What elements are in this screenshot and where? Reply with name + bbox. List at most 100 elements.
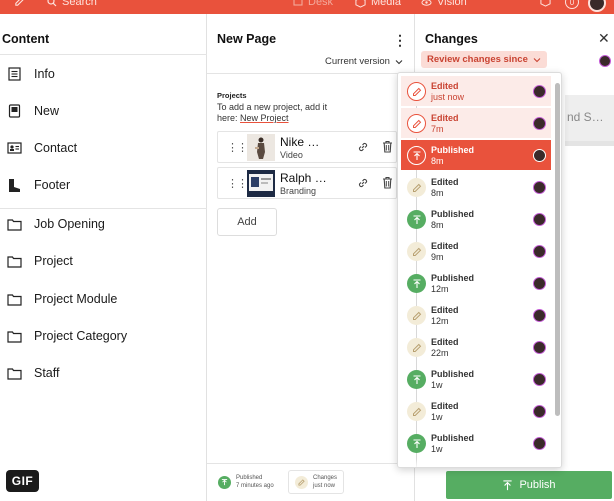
compose-icon[interactable] <box>14 0 25 7</box>
nav-item-info[interactable]: Info <box>6 63 55 85</box>
nav-item-label: Contact <box>34 141 78 155</box>
publish-button[interactable]: Publish <box>446 471 612 499</box>
changes-status-label: Changes <box>313 475 338 481</box>
change-time: 1w <box>431 380 443 390</box>
divider <box>565 141 614 146</box>
change-time: 12m <box>431 284 449 294</box>
more-options-icon[interactable]: ⋮ <box>393 32 407 49</box>
notification-badge[interactable]: 0 <box>565 0 579 9</box>
project-name: Nike … <box>280 135 320 149</box>
contact-card-icon <box>6 140 22 156</box>
change-list-item[interactable]: Edited 22m <box>401 332 551 362</box>
nav-item-project[interactable]: Project <box>6 250 73 272</box>
user-avatar[interactable] <box>588 0 606 12</box>
chevron-down-icon <box>533 57 541 62</box>
vision-tab[interactable]: Vision <box>421 0 467 8</box>
edit-pencil-icon <box>407 114 426 133</box>
nav-item-label: New <box>34 104 60 118</box>
change-list-item[interactable]: Edited 12m <box>401 300 551 330</box>
search-icon <box>47 0 57 7</box>
changes-status[interactable]: Changes just now <box>288 470 345 494</box>
change-time: 22m <box>431 348 449 358</box>
nav-item-label: Project Module <box>34 292 118 306</box>
cube-icon <box>355 0 366 8</box>
change-list-item[interactable]: Published 8m <box>401 140 551 170</box>
edit-pencil-icon <box>407 242 426 261</box>
link-icon[interactable] <box>357 177 369 192</box>
change-list-item[interactable]: Published 1w <box>401 364 551 394</box>
change-list-item[interactable]: Edited just now <box>401 76 551 106</box>
change-list-item[interactable]: Edited 7m <box>401 108 551 138</box>
drag-handle-icon[interactable]: ⋮⋮ <box>227 141 248 154</box>
publish-label: Publish <box>519 479 556 491</box>
version-selector[interactable]: Current version <box>325 56 403 67</box>
scrollbar[interactable] <box>555 83 560 416</box>
review-changes-label: Review changes since <box>427 54 528 65</box>
divider <box>0 54 207 55</box>
avatar <box>533 117 546 130</box>
publish-arrow-icon <box>407 146 426 165</box>
review-changes-button[interactable]: Review changes since <box>421 51 547 68</box>
change-list-item[interactable]: Published 8m <box>401 204 551 234</box>
desk-tab[interactable]: Desk <box>293 0 333 8</box>
search-label: Search <box>62 0 97 8</box>
change-list-item[interactable]: Edited 8m <box>401 172 551 202</box>
projects-field-label: Projects <box>217 91 247 100</box>
new-project-link[interactable]: New Project <box>240 113 289 123</box>
divider <box>207 73 415 74</box>
nav-item-project-module[interactable]: Project Module <box>6 288 117 310</box>
diff-preview-text: nd S… <box>567 110 604 124</box>
nav-item-footer[interactable]: Footer <box>6 174 70 196</box>
close-icon[interactable]: ✕ <box>598 30 610 47</box>
folder-icon <box>6 216 22 232</box>
avatar <box>533 341 546 354</box>
change-list-item[interactable]: Published 12m <box>401 268 551 298</box>
change-kind: Edited <box>431 113 459 123</box>
media-label: Media <box>371 0 401 8</box>
change-time: 9m <box>431 252 444 262</box>
project-type: Video <box>280 150 303 160</box>
change-list-item[interactable]: Edited 9m <box>401 236 551 266</box>
chevron-down-icon <box>395 59 403 64</box>
add-project-button[interactable]: Add <box>217 208 277 236</box>
avatar <box>533 181 546 194</box>
change-kind: Published <box>431 273 475 283</box>
change-time: 12m <box>431 316 449 326</box>
change-kind: Published <box>431 369 475 379</box>
avatar <box>533 405 546 418</box>
change-time: just now <box>431 92 465 102</box>
nav-item-new[interactable]: New <box>6 100 59 122</box>
avatar <box>533 309 546 322</box>
change-list-item[interactable]: Published 1w <box>401 428 551 458</box>
top-bar: Search Desk Media Vision 0 <box>0 0 614 14</box>
boot-icon <box>6 177 22 193</box>
change-time: 1w <box>431 444 443 454</box>
published-status[interactable]: Published 7 minutes ago <box>218 474 274 490</box>
nav-item-job-opening[interactable]: Job Opening <box>6 213 105 235</box>
link-icon[interactable] <box>357 141 369 156</box>
folder-icon <box>6 291 22 307</box>
change-list-item[interactable]: Edited 1w <box>401 396 551 426</box>
nav-item-staff[interactable]: Staff <box>6 362 59 384</box>
nav-item-label: Job Opening <box>34 217 105 231</box>
media-tab[interactable]: Media <box>355 0 401 8</box>
nav-item-label: Footer <box>34 178 71 192</box>
package-icon[interactable] <box>540 0 551 7</box>
avatar <box>599 55 611 67</box>
project-item[interactable]: ⋮⋮ Ralph … Branding <box>217 167 397 199</box>
version-label: Current version <box>325 56 390 67</box>
published-icon <box>218 475 231 489</box>
search-field[interactable]: Search <box>47 0 97 8</box>
edit-pencil-icon <box>407 338 426 357</box>
drag-handle-icon[interactable]: ⋮⋮ <box>227 177 248 190</box>
project-item[interactable]: ⋮⋮ Nike … Video <box>217 131 397 163</box>
avatar <box>533 149 546 162</box>
nav-item-project-category[interactable]: Project Category <box>6 325 127 347</box>
published-status-label: Published <box>236 475 263 481</box>
content-pane: Content Info New Contact Footer Job Open… <box>0 14 207 501</box>
edit-pencil-icon <box>295 475 308 489</box>
trash-icon[interactable] <box>382 176 393 192</box>
trash-icon[interactable] <box>382 140 393 156</box>
change-time: 8m <box>431 220 444 230</box>
nav-item-contact[interactable]: Contact <box>6 137 77 159</box>
